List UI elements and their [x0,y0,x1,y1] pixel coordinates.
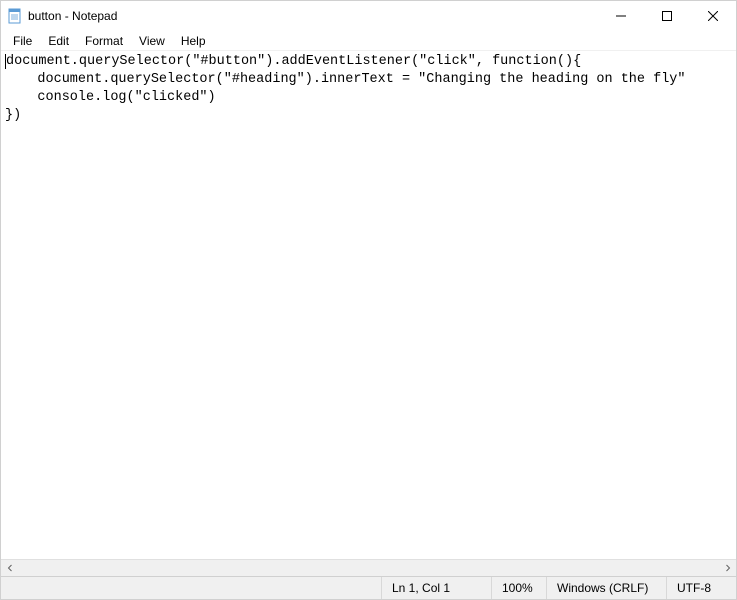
menu-format[interactable]: Format [77,32,131,50]
status-encoding: UTF-8 [666,577,736,599]
statusbar: Ln 1, Col 1 100% Windows (CRLF) UTF-8 [1,576,736,599]
close-button[interactable] [690,1,736,31]
menubar: File Edit Format View Help [1,31,736,51]
menu-view[interactable]: View [131,32,173,50]
minimize-button[interactable] [598,1,644,31]
horizontal-scrollbar[interactable] [1,559,736,576]
menu-file[interactable]: File [5,32,40,50]
status-position: Ln 1, Col 1 [381,577,491,599]
status-line-ending: Windows (CRLF) [546,577,666,599]
menu-edit[interactable]: Edit [40,32,77,50]
text-caret [5,54,6,69]
status-zoom: 100% [491,577,546,599]
window-controls [598,1,736,31]
text-editor[interactable]: document.querySelector("#button").addEve… [1,51,736,559]
maximize-button[interactable] [644,1,690,31]
editor-content: document.querySelector("#button").addEve… [5,54,686,123]
titlebar: button - Notepad [1,1,736,31]
scroll-left-arrow[interactable] [1,560,18,577]
notepad-icon [7,8,23,24]
scroll-right-arrow[interactable] [719,560,736,577]
window-title: button - Notepad [28,9,117,23]
menu-help[interactable]: Help [173,32,214,50]
